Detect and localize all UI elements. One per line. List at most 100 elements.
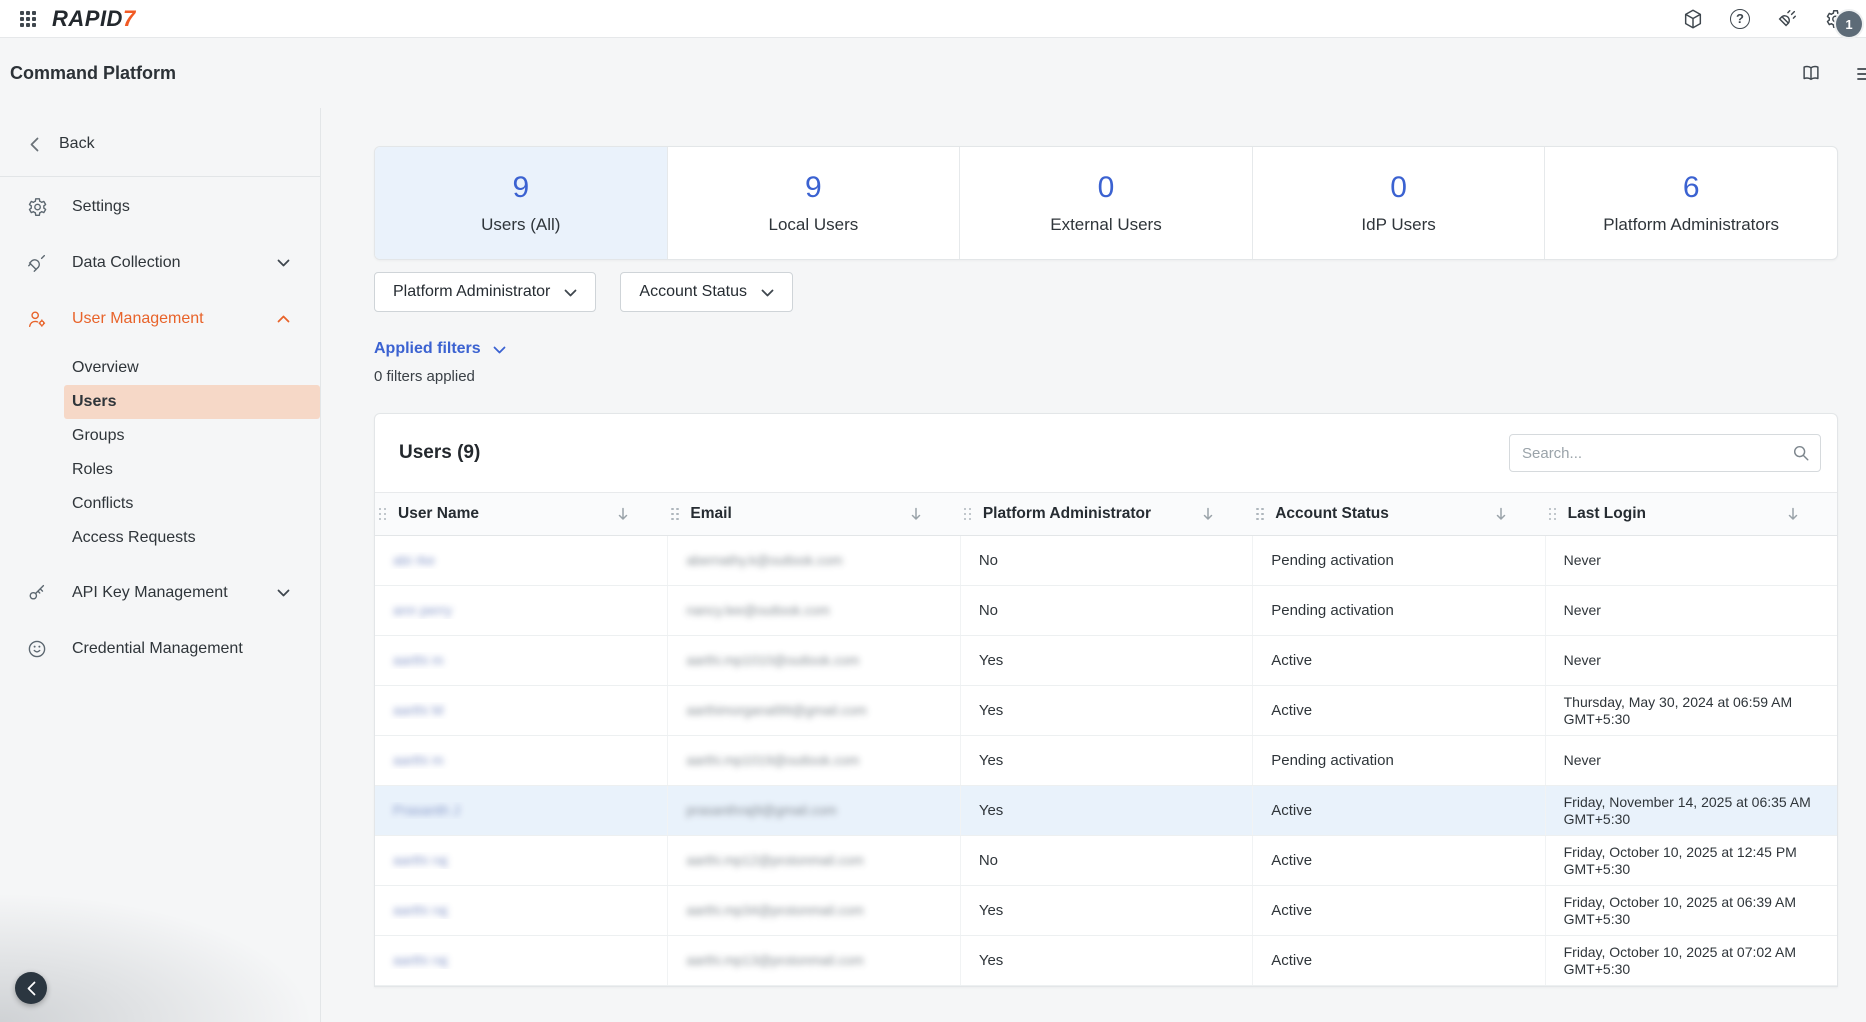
app-window: RAPID7 ? Command Platform 1 (0, 0, 1866, 1022)
column-label[interactable]: User Name (398, 505, 479, 523)
applied-filters-toggle[interactable]: Applied filters (374, 340, 1838, 358)
stat-label: External Users (1050, 215, 1161, 235)
search-icon[interactable] (1792, 444, 1810, 462)
stat-tab-platform-administrators[interactable]: 6 Platform Administrators (1544, 147, 1837, 259)
last-login-cell: Friday, October 10, 2025 at 06:39 AM GMT… (1545, 886, 1837, 935)
drag-handle-icon[interactable] (671, 508, 680, 521)
last-login-cell: Never (1545, 636, 1837, 685)
logo-seven-text: 7 (123, 6, 136, 31)
table-row[interactable]: ann perry nancy.lee@outlook.com No Pendi… (375, 586, 1837, 636)
package-icon[interactable] (1682, 8, 1704, 30)
column-label[interactable]: Email (690, 505, 731, 523)
table-row[interactable]: aarthi m aarthi.mp1019@outlook.com Yes P… (375, 736, 1837, 786)
last-login-cell: Never (1545, 736, 1837, 785)
filter-row: Platform Administrator Account Status (374, 272, 1838, 312)
drag-handle-icon[interactable] (964, 508, 973, 521)
sidebar-item-groups[interactable]: Groups (64, 419, 320, 453)
chevron-up-icon (277, 315, 290, 323)
stat-tab-idp-users[interactable]: 0 IdP Users (1252, 147, 1545, 259)
rapid7-logo[interactable]: RAPID7 (52, 6, 136, 32)
sidebar-nav: Settings Data Collection User Managem (0, 183, 320, 673)
applied-filters-count: 0 filters applied (374, 368, 1838, 385)
platform-admin-cell: Yes (960, 686, 1252, 735)
table-row[interactable]: aarthi m aarthi.mp1010@outlook.com Yes A… (375, 636, 1837, 686)
table-row[interactable]: abi rke abernathy.k@outlook.com No Pendi… (375, 536, 1837, 586)
user-name-link[interactable]: aarthi raj (393, 902, 447, 918)
sidebar-item-conflicts[interactable]: Conflicts (64, 487, 320, 521)
user-name-link[interactable]: aarthi M (393, 702, 444, 718)
sort-descending-icon[interactable] (617, 507, 629, 521)
column-label[interactable]: Account Status (1275, 505, 1389, 523)
sidebar-item-label: Settings (72, 198, 130, 216)
user-name-link[interactable]: ann perry (393, 602, 452, 618)
sidebar-item-user-management[interactable]: User Management (0, 295, 320, 343)
stat-label: Users (All) (481, 215, 560, 235)
email-cell: abernathy.k@outlook.com (686, 553, 842, 568)
drag-handle-icon[interactable] (379, 508, 388, 521)
sidebar-item-users[interactable]: Users (64, 385, 320, 419)
user-name-link[interactable]: aarthi raj (393, 952, 447, 968)
platform-administrator-filter-dropdown[interactable]: Platform Administrator (374, 272, 596, 312)
table-row[interactable]: aarthi raj aarthi.mp34@protonmail.com Ye… (375, 886, 1837, 936)
stat-tab-external-users[interactable]: 0 External Users (959, 147, 1252, 259)
last-login-cell: Friday, October 10, 2025 at 07:02 AM GMT… (1545, 936, 1837, 985)
account-status-cell: Active (1252, 786, 1544, 835)
platform-admin-cell: Yes (960, 636, 1252, 685)
platform-admin-cell: Yes (960, 736, 1252, 785)
badge-count: 1 (1845, 17, 1852, 32)
stat-value: 9 (512, 171, 529, 205)
stat-label: Local Users (769, 215, 859, 235)
column-header-user-name: User Name (375, 493, 667, 535)
sidebar-item-roles[interactable]: Roles (64, 453, 320, 487)
user-name-link[interactable]: abi rke (393, 552, 435, 568)
page-title: Command Platform (10, 63, 176, 84)
drag-handle-icon[interactable] (1256, 508, 1265, 521)
user-name-link[interactable]: aarthi m (393, 652, 444, 668)
sidebar-item-api-key-management[interactable]: API Key Management (0, 569, 320, 617)
column-label[interactable]: Platform Administrator (983, 505, 1151, 523)
users-table-card: Users (9) User Name (374, 413, 1838, 987)
plug-icon[interactable] (1776, 8, 1798, 30)
table-row[interactable]: aarthi M aarthimorganal99@gmail.com Yes … (375, 686, 1837, 736)
stat-value: 6 (1683, 171, 1700, 205)
stat-tab-users-all[interactable]: 9 Users (All) (375, 147, 667, 259)
badge-face-icon (26, 638, 48, 660)
table-row-highlighted[interactable]: Prasanth J prasanthraj9@gmail.com Yes Ac… (375, 786, 1837, 836)
last-login-cell: Never (1545, 536, 1837, 585)
column-label[interactable]: Last Login (1568, 505, 1646, 523)
sort-descending-icon[interactable] (1495, 507, 1507, 521)
back-button[interactable]: Back (0, 122, 320, 166)
stat-tab-local-users[interactable]: 9 Local Users (667, 147, 960, 259)
notification-badge[interactable]: 1 (1836, 11, 1862, 37)
table-search (1509, 434, 1821, 472)
search-input[interactable] (1510, 435, 1792, 471)
sidebar-item-settings[interactable]: Settings (0, 183, 320, 231)
user-name-link[interactable]: aarthi m (393, 752, 444, 768)
account-status-cell: Active (1252, 936, 1544, 985)
filter-label: Platform Administrator (393, 283, 550, 301)
account-status-filter-dropdown[interactable]: Account Status (620, 272, 793, 312)
sidebar-item-overview[interactable]: Overview (64, 351, 320, 385)
user-name-link[interactable]: Prasanth J (393, 802, 460, 818)
table-row[interactable]: aarthi raj aarthi.mp12@protonmail.com No… (375, 836, 1837, 886)
sidebar-item-data-collection[interactable]: Data Collection (0, 239, 320, 287)
sort-descending-icon[interactable] (1202, 507, 1214, 521)
table-row[interactable]: aarthi raj aarthi.mp13@protonmail.com Ye… (375, 936, 1837, 986)
help-icon[interactable]: ? (1730, 9, 1750, 29)
sort-descending-icon[interactable] (1787, 507, 1799, 521)
apps-grid-icon[interactable] (20, 11, 36, 27)
sidebar-item-label: User Management (72, 310, 204, 328)
sidebar-item-label: Credential Management (72, 640, 243, 658)
sidebar-item-credential-management[interactable]: Credential Management (0, 625, 320, 673)
email-cell: aarthi.mp1019@outlook.com (686, 753, 859, 768)
sidebar-collapse-button[interactable] (15, 972, 47, 1004)
user-name-link[interactable]: aarthi raj (393, 852, 447, 868)
sidebar-item-access-requests[interactable]: Access Requests (64, 521, 320, 555)
drag-handle-icon[interactable] (1549, 508, 1558, 521)
sort-descending-icon[interactable] (910, 507, 922, 521)
book-icon[interactable] (1800, 62, 1822, 84)
submenu-label: Roles (72, 461, 113, 479)
chevron-left-icon (30, 137, 39, 152)
account-status-cell: Pending activation (1252, 536, 1544, 585)
clipped-icon[interactable] (1854, 62, 1866, 86)
